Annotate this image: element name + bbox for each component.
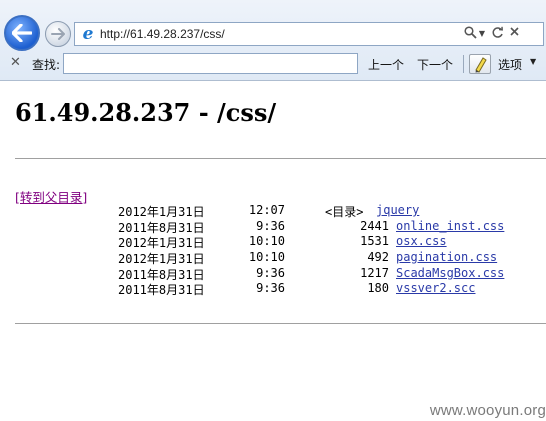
entry-date: 2011年8月31日 [118, 220, 205, 235]
entry-link[interactable]: ScadaMsgBox.css [396, 266, 504, 280]
entry-date: 2012年1月31日 [118, 252, 205, 267]
entry-dir-marker: <目录> [325, 205, 364, 219]
forward-button[interactable] [45, 21, 71, 47]
find-label: 查找: [32, 58, 61, 72]
entry-time: 12:07 [248, 203, 285, 217]
find-input[interactable] [63, 53, 358, 74]
entry-size: 2441 [360, 218, 389, 233]
list-item: 2012年1月31日 12:07 <目录> jquery [0, 203, 546, 219]
entry-link[interactable]: online_inst.css [396, 219, 504, 233]
forward-arrow-icon [51, 28, 65, 40]
close-icon[interactable]: ✕ [10, 55, 21, 70]
ie-icon: e [82, 24, 94, 44]
list-item: 2011年8月31日 9:36 180 vssver2.scc [0, 281, 546, 297]
entry-time: 10:10 [248, 234, 285, 249]
find-previous-button[interactable]: 上一个 [368, 56, 404, 73]
divider [15, 158, 546, 159]
entry-date: 2012年1月31日 [118, 236, 205, 251]
entry-link[interactable]: pagination.css [396, 250, 497, 264]
address-bar[interactable]: e http://61.49.28.237/css/ ▼ [74, 22, 544, 46]
browser-chrome: e http://61.49.28.237/css/ ▼ ✕ 查找: 上一个 下… [0, 0, 546, 81]
highlighter-pen-icon [475, 57, 487, 73]
navigation-bar: e http://61.49.28.237/css/ ▼ [0, 0, 546, 51]
back-arrow-icon [12, 24, 32, 42]
entry-link[interactable]: osx.css [396, 234, 447, 248]
find-options-button[interactable]: 选项 [498, 56, 522, 73]
entry-date: 2012年1月31日 [118, 205, 205, 219]
entry-size: 180 [367, 281, 389, 296]
list-item: 2012年1月31日 10:10 492 pagination.css [0, 250, 546, 266]
entry-time: 9:36 [256, 281, 285, 296]
page-content: 61.49.28.237 - /css/ [转到父目录] 2012年1月31日 … [0, 81, 546, 421]
list-item: 2012年1月31日 10:10 1531 osx.css [0, 234, 546, 250]
entry-link[interactable]: vssver2.scc [396, 281, 475, 295]
entry-time: 9:36 [256, 265, 285, 280]
watermark: www.wooyun.org [429, 402, 546, 419]
entry-size: 1531 [360, 234, 389, 249]
search-icon[interactable] [463, 26, 477, 42]
chevron-down-icon[interactable]: ▼ [478, 26, 486, 42]
close-icon[interactable] [507, 26, 521, 42]
refresh-icon[interactable] [490, 26, 504, 42]
highlight-button[interactable] [469, 54, 491, 74]
entry-time: 9:36 [256, 218, 285, 233]
entry-date: 2011年8月31日 [118, 267, 205, 282]
find-next-button[interactable]: 下一个 [417, 56, 453, 73]
page-title: 61.49.28.237 - /css/ [15, 98, 277, 127]
chevron-down-icon[interactable]: ▼ [530, 57, 536, 66]
divider [15, 323, 546, 324]
back-button[interactable] [4, 15, 40, 51]
entry-size: 1217 [360, 265, 389, 280]
address-url[interactable]: http://61.49.28.237/css/ [100, 27, 225, 41]
find-bar: ✕ 查找: 上一个 下一个 选项 ▼ [0, 50, 546, 78]
entry-link[interactable]: jquery [376, 203, 419, 217]
entry-size: 492 [367, 250, 389, 265]
list-item: 2011年8月31日 9:36 2441 online_inst.css [0, 219, 546, 235]
toolbar-divider [463, 55, 464, 73]
directory-listing: 2012年1月31日 12:07 <目录> jquery 2011年8月31日 … [0, 203, 546, 297]
entry-time: 10:10 [248, 250, 285, 265]
entry-date: 2011年8月31日 [118, 283, 205, 298]
list-item: 2011年8月31日 9:36 1217 ScadaMsgBox.css [0, 266, 546, 282]
